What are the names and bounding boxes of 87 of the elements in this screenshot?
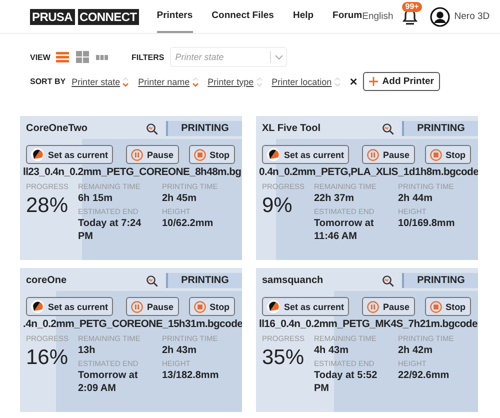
stop-button[interactable]: Stop: [424, 297, 471, 316]
stop-button[interactable]: Stop: [188, 297, 235, 316]
status-label: PRINTING: [402, 273, 478, 288]
stat-value: Today at 5:52 PM: [314, 369, 378, 395]
printer-logo-icon: [267, 300, 280, 313]
pause-button[interactable]: Pause: [126, 297, 179, 316]
stat-value: 10/169.8mm: [398, 217, 456, 230]
add-printer-button[interactable]: Add Printer: [363, 72, 440, 91]
stat-value: 22/92.6mm: [398, 369, 450, 382]
stop-icon: [194, 148, 206, 160]
printer-name[interactable]: CoreOneTwo: [26, 123, 146, 134]
zoom-icon[interactable]: [146, 122, 158, 134]
printer-logo-icon: [31, 300, 44, 313]
set-as-current-button[interactable]: Set as current: [26, 145, 114, 164]
pause-icon: [367, 300, 380, 312]
sort-caret-icon[interactable]: [122, 76, 130, 86]
stat-value: 2h 42m: [398, 344, 434, 357]
chevron-down-icon[interactable]: [275, 55, 284, 60]
stop-icon: [430, 300, 442, 312]
stop-icon: [194, 300, 206, 312]
stat-value: 6h 15m: [78, 192, 114, 205]
logo-text[interactable]: CONNECT: [78, 8, 139, 24]
stat-value: 10/62.2mm: [162, 217, 214, 230]
sort-by-label: SORT BY: [30, 77, 66, 86]
view-label: VIEW: [30, 52, 50, 62]
status-label: PRINTING: [402, 121, 478, 136]
printer-name[interactable]: XL Five Tool: [262, 123, 382, 134]
stat-value: 2h 45m: [162, 192, 198, 205]
zoom-icon[interactable]: [146, 274, 158, 286]
stat-value: 4h 43m: [314, 344, 350, 357]
notification-badge: 99+: [402, 2, 422, 12]
zoom-icon[interactable]: [382, 122, 394, 134]
status-label: PRINTING: [166, 273, 242, 288]
file-name: ll23_0.4n_0.2mm_PETG_COREONE_8h48m.bg: [23, 167, 242, 178]
progress-percent: 28%: [26, 194, 70, 218]
clear-sort-button[interactable]: ×: [350, 74, 358, 89]
zoom-icon[interactable]: [382, 274, 394, 286]
set-as-current-button[interactable]: Set as current: [262, 145, 350, 164]
filters-label: FILTERS: [131, 52, 164, 62]
stat-value: 2h 44m: [398, 192, 434, 205]
pause-button[interactable]: Pause: [126, 145, 179, 164]
file-name: 0.4n_0.2mm_PETG,PLA_XLIS_1d1h8m.bgcode: [259, 167, 478, 178]
nav-link[interactable]: Printers: [156, 0, 193, 33]
stat-value: 2h 43m: [162, 344, 198, 357]
nav-link[interactable]: Forum: [332, 0, 362, 33]
file-name: ll16_0.4n_0.2mm_PETG_MK4S_7h21m.bgcode: [259, 319, 478, 330]
sort-link[interactable]: Printer location: [272, 76, 332, 86]
nav-link[interactable]: Help: [292, 0, 314, 33]
nav-link[interactable]: Connect Files: [212, 0, 274, 33]
set-as-current-button[interactable]: Set as current: [262, 297, 350, 316]
printer-state-select[interactable]: Printer state: [170, 47, 288, 67]
language-selector[interactable]: English: [362, 11, 394, 22]
avatar-icon[interactable]: [430, 6, 450, 26]
progress-percent: 35%: [262, 346, 306, 370]
stat-value: Tomorrow at 11:46 AM: [314, 217, 375, 243]
compact-view-icon[interactable]: [96, 54, 108, 60]
stat-value: 13h: [78, 344, 96, 357]
pause-icon: [131, 300, 144, 312]
logo-text[interactable]: PRUSA: [30, 8, 75, 24]
stop-button[interactable]: Stop: [188, 145, 235, 164]
stat-value: 22h 37m: [314, 192, 356, 205]
list-view-icon[interactable]: [56, 52, 70, 62]
sort-link[interactable]: Printer type: [208, 76, 254, 86]
stat-value: Today at 7:24 PM: [78, 217, 142, 243]
printer-name[interactable]: samsquanch: [262, 275, 382, 286]
progress-percent: 9%: [262, 194, 294, 218]
stop-button[interactable]: Stop: [424, 145, 471, 164]
pause-icon: [131, 148, 144, 160]
status-label: PRINTING: [166, 121, 242, 136]
pause-button[interactable]: Pause: [362, 145, 415, 164]
stat-value: Tomorrow at 2:09 AM: [78, 369, 139, 395]
stop-icon: [430, 148, 442, 160]
printer-name[interactable]: coreOne: [26, 275, 146, 286]
sort-link[interactable]: Printer name: [138, 76, 190, 86]
grid-view-icon[interactable]: [76, 51, 90, 63]
printer-logo-icon: [31, 148, 44, 161]
user-name[interactable]: Nero 3D: [454, 11, 490, 22]
progress-percent: 16%: [26, 346, 70, 370]
printer-logo-icon: [267, 148, 280, 161]
plus-icon: [369, 77, 378, 86]
set-as-current-button[interactable]: Set as current: [26, 297, 114, 316]
pause-icon: [367, 148, 380, 160]
stat-value: 13/182.8mm: [162, 369, 220, 382]
pause-button[interactable]: Pause: [362, 297, 415, 316]
sort-link[interactable]: Printer state: [72, 76, 120, 86]
file-name: .4n_0.2mm_PETG_COREONE_15h31m.bgcode: [23, 319, 242, 330]
sort-caret-icon[interactable]: [192, 76, 199, 86]
